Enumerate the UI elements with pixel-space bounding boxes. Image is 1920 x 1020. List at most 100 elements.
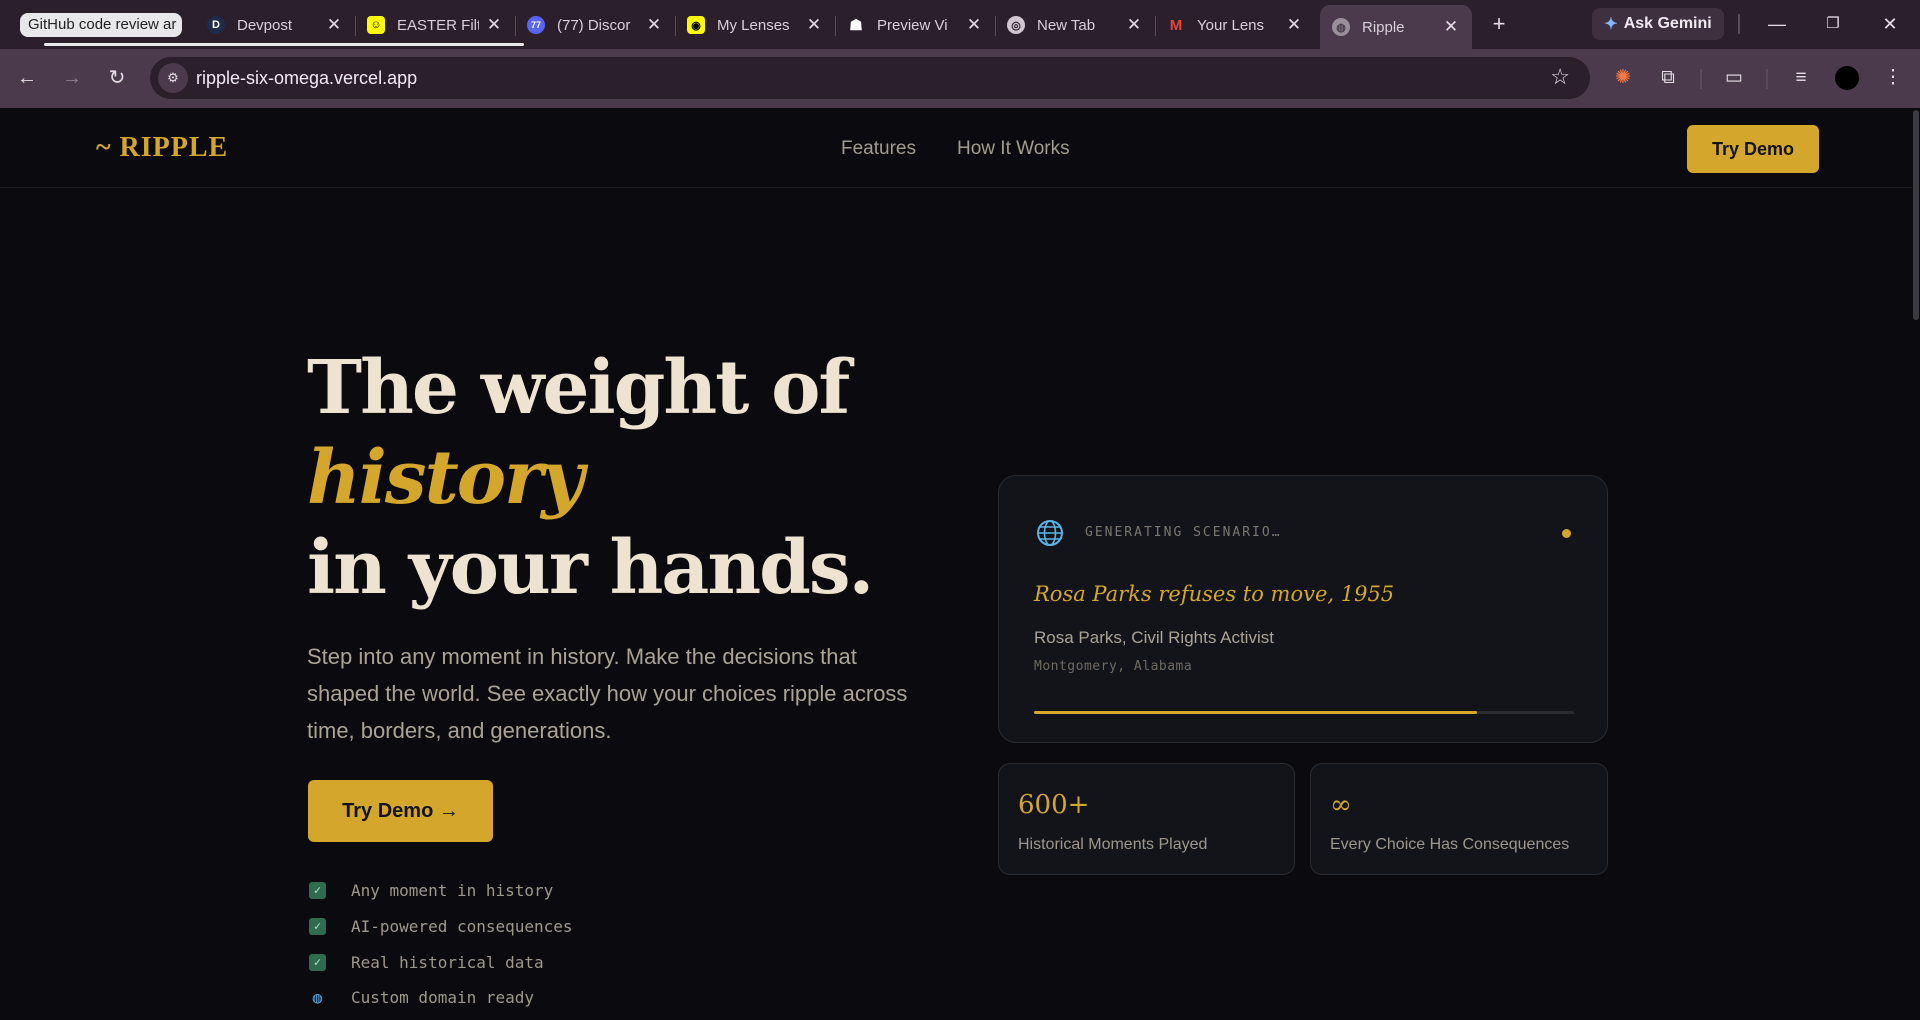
globe-icon bbox=[1037, 520, 1063, 546]
ask-gemini-label: Ask Gemini bbox=[1623, 15, 1712, 32]
tab-easter-filter[interactable]: ☺ EASTER Filt ✕ bbox=[355, 6, 516, 44]
divider bbox=[1738, 14, 1740, 34]
divider bbox=[1766, 69, 1768, 89]
scenario-card: GENERATING SCENARIO… Rosa Parks refuses … bbox=[998, 475, 1608, 743]
feature-label: Any moment in history bbox=[351, 880, 554, 900]
divider bbox=[1700, 69, 1702, 89]
tab-devpost[interactable]: D Devpost ✕ bbox=[195, 6, 356, 44]
stat-label: Historical Moments Played bbox=[1018, 836, 1208, 853]
browser-tab-strip: GitHub code review ar D Devpost ✕ ☺ EAST… bbox=[0, 0, 1920, 49]
hero-heading: The weight of history in your hands. bbox=[307, 343, 874, 613]
close-icon[interactable]: ✕ bbox=[805, 15, 823, 35]
close-icon: ✕ bbox=[1882, 14, 1898, 34]
restore-icon: ❐ bbox=[1826, 15, 1840, 32]
profile-avatar[interactable] bbox=[1835, 66, 1859, 90]
close-icon[interactable]: ✕ bbox=[645, 15, 663, 35]
stat-value: ∞ bbox=[1330, 790, 1352, 820]
close-window-button[interactable]: ✕ bbox=[1870, 8, 1910, 40]
url-text[interactable]: ripple-six-omega.vercel.app bbox=[196, 68, 417, 89]
tab-title: Devpost bbox=[237, 16, 293, 34]
status-indicator-dot bbox=[1562, 529, 1571, 538]
tab-title: New Tab bbox=[1037, 16, 1096, 34]
reload-button[interactable]: ↻ bbox=[101, 62, 133, 94]
scenario-status: GENERATING SCENARIO… bbox=[1085, 525, 1282, 540]
check-icon: ✓ bbox=[309, 917, 326, 935]
tab-my-lenses[interactable]: ◉ My Lenses ✕ bbox=[675, 6, 836, 44]
snapchat-icon: ☺ bbox=[367, 16, 385, 34]
close-icon[interactable]: ✕ bbox=[1285, 15, 1303, 35]
arrow-left-icon: ← bbox=[17, 67, 37, 89]
nav-link-features[interactable]: Features bbox=[841, 138, 916, 160]
browser-toolbar: ← → ↻ ⚙ ripple-six-omega.vercel.app ☆ ✺ … bbox=[0, 49, 1920, 108]
new-tab-button[interactable]: + bbox=[1485, 10, 1513, 38]
back-button[interactable]: ← bbox=[11, 62, 43, 94]
scenario-role: Rosa Parks, Civil Rights Activist bbox=[1034, 628, 1274, 647]
scenario-progress-track bbox=[1034, 711, 1574, 714]
ripple-logo[interactable]: ~ RIPPLE bbox=[96, 132, 228, 164]
tab-new-tab[interactable]: ◎ New Tab ✕ bbox=[995, 6, 1156, 44]
ask-gemini-button[interactable]: ✦ Ask Gemini bbox=[1592, 8, 1724, 40]
hero-subtitle: Step into any moment in history. Make th… bbox=[307, 644, 908, 743]
tab-title: (77) Discor bbox=[557, 16, 631, 34]
globe-icon: ◍ bbox=[1332, 18, 1350, 36]
more-menu-icon[interactable]: ⋮ bbox=[1879, 64, 1907, 92]
stat-value: 600+ bbox=[1018, 790, 1090, 820]
plus-icon: + bbox=[1492, 11, 1506, 36]
notification-badge: 77 bbox=[530, 20, 541, 30]
tab-title: EASTER Filt bbox=[397, 16, 479, 34]
page-scrollbar[interactable] bbox=[1912, 108, 1920, 1020]
tab-preview[interactable]: ☗ Preview Vi ✕ bbox=[835, 6, 996, 44]
try-demo-nav-button[interactable]: Try Demo bbox=[1687, 125, 1819, 173]
close-icon[interactable]: ✕ bbox=[485, 15, 503, 35]
gmail-icon: M bbox=[1169, 16, 1183, 34]
minimize-button[interactable]: — bbox=[1757, 8, 1797, 40]
check-icon: ✓ bbox=[309, 953, 326, 971]
bookmark-star-icon[interactable]: ☆ bbox=[1550, 64, 1570, 90]
gemini-sparkle-icon: ✦ bbox=[1604, 16, 1618, 33]
cast-search-icon[interactable]: ▭ bbox=[1720, 64, 1748, 92]
close-icon[interactable]: ✕ bbox=[965, 15, 983, 35]
extension-sparkle-icon[interactable]: ✺ bbox=[1609, 64, 1637, 92]
close-icon[interactable]: ✕ bbox=[1125, 15, 1143, 35]
globe-icon: ◍ bbox=[312, 987, 323, 1007]
discord-icon: 77 bbox=[527, 16, 545, 34]
stat-card-consequences: ∞ Every Choice Has Consequences bbox=[1310, 763, 1608, 875]
hero-line-2: history bbox=[307, 435, 584, 521]
nav-link-how-it-works[interactable]: How It Works bbox=[957, 138, 1070, 160]
feature-label: Custom domain ready bbox=[351, 987, 535, 1007]
hero-line-1: The weight of bbox=[307, 345, 850, 431]
feature-item: ✓ Real historical data bbox=[309, 950, 544, 974]
scenario-location: Montgomery, Alabama bbox=[1034, 659, 1193, 674]
chrome-icon: ◎ bbox=[1007, 16, 1025, 34]
restore-button[interactable]: ❐ bbox=[1813, 8, 1853, 40]
tab-gmail[interactable]: M Your Lens ✕ bbox=[1155, 6, 1315, 44]
devpost-icon: D bbox=[207, 16, 225, 34]
close-icon[interactable]: ✕ bbox=[325, 15, 343, 35]
media-queue-icon[interactable]: ≡ bbox=[1787, 64, 1815, 92]
hero-line-3: in your hands. bbox=[307, 525, 874, 611]
site-info-icon[interactable]: ⚙ bbox=[158, 63, 188, 93]
scenario-progress-fill bbox=[1034, 711, 1477, 714]
ripple-page: ~ RIPPLE Features How It Works Try Demo … bbox=[0, 108, 1920, 1020]
lens-icon: ◉ bbox=[687, 16, 705, 34]
tab-title: Preview Vi bbox=[877, 16, 948, 34]
tab-ripple[interactable]: ◍ Ripple ✕ bbox=[1320, 5, 1472, 49]
extensions-puzzle-icon[interactable]: ⧉ bbox=[1654, 64, 1682, 92]
minimize-icon: — bbox=[1768, 14, 1786, 34]
site-header: ~ RIPPLE Features How It Works Try Demo bbox=[0, 108, 1912, 188]
try-demo-hero-button[interactable]: Try Demo → bbox=[308, 780, 493, 842]
scrollbar-thumb[interactable] bbox=[1913, 110, 1919, 320]
feature-item: ✓ AI-powered consequences bbox=[309, 914, 573, 938]
arrow-right-icon: → bbox=[62, 67, 82, 89]
address-bar[interactable]: ⚙ ripple-six-omega.vercel.app ☆ bbox=[150, 57, 1590, 99]
reload-icon: ↻ bbox=[108, 67, 126, 89]
tab-title: My Lenses bbox=[717, 16, 790, 34]
feature-item: ◍ Custom domain ready bbox=[309, 985, 534, 1009]
stat-label: Every Choice Has Consequences bbox=[1330, 836, 1570, 853]
stat-card-moments: 600+ Historical Moments Played bbox=[998, 763, 1295, 875]
close-icon[interactable]: ✕ bbox=[1442, 17, 1460, 37]
forward-button[interactable]: → bbox=[56, 62, 88, 94]
feature-label: Real historical data bbox=[351, 952, 544, 972]
tab-discord[interactable]: 77 (77) Discor ✕ bbox=[515, 6, 676, 44]
tab-title: Ripple bbox=[1362, 18, 1405, 36]
